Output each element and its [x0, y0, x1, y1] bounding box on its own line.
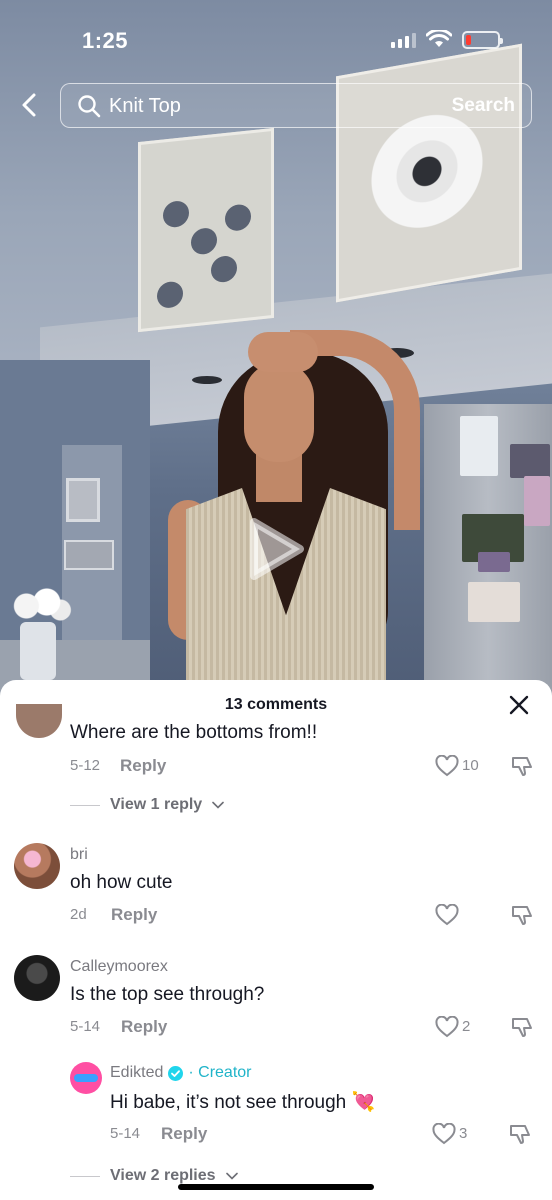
heart-icon[interactable]	[435, 904, 459, 926]
play-icon[interactable]	[248, 516, 306, 582]
close-icon[interactable]	[508, 694, 530, 716]
video-frame	[66, 478, 100, 522]
battery-level	[466, 35, 471, 45]
video-fridge-magnet	[524, 476, 550, 526]
avatar-logo	[74, 1074, 98, 1082]
video-frame	[64, 540, 114, 570]
chevron-down-icon	[212, 801, 225, 809]
heart-icon[interactable]	[435, 1016, 459, 1038]
comments-sheet: 13 comments Where are the bottoms from!!…	[0, 680, 552, 1200]
video-painting-detail	[157, 280, 183, 310]
comment-date: 2d	[70, 906, 87, 923]
video-painting-detail	[211, 254, 237, 284]
status-time: 1:25	[82, 28, 129, 53]
status-icons	[391, 30, 503, 50]
chevron-down-icon	[225, 1172, 238, 1180]
comment-username[interactable]: bri	[70, 846, 88, 864]
view-replies-label: View 2 replies	[110, 1167, 216, 1184]
creator-avatar[interactable]	[70, 1062, 102, 1094]
video-vase	[20, 622, 56, 680]
avatar[interactable]	[14, 843, 60, 889]
video-ceiling-light	[192, 376, 222, 384]
like-count: 3	[459, 1125, 468, 1142]
search-bar[interactable]: Knit Top Search	[60, 83, 532, 128]
view-replies-button[interactable]: View 1 reply	[70, 796, 225, 814]
video-painting-detail	[163, 199, 189, 229]
search-input[interactable]: Knit Top	[109, 95, 181, 118]
comment-text: Where are the bottoms from!!	[70, 722, 318, 743]
back-arrow-icon[interactable]	[16, 90, 44, 120]
like-count: 10	[462, 757, 479, 774]
video-fridge-magnet	[468, 582, 520, 622]
search-icon	[78, 95, 101, 118]
search-button[interactable]: Search	[452, 95, 515, 117]
reply-button[interactable]: Reply	[121, 1017, 167, 1037]
comments-title: 13 comments	[224, 696, 328, 713]
avatar[interactable]	[14, 955, 60, 1001]
heart-icon[interactable]	[435, 755, 459, 777]
comment-date: 5-14	[70, 1018, 101, 1035]
dislike-icon[interactable]	[510, 754, 534, 778]
reply-date: 5-14	[110, 1125, 141, 1142]
video-painting-flowers	[138, 127, 274, 333]
comment-username[interactable]: Calleymoorex	[70, 958, 168, 976]
comment-text: Is the top see through?	[70, 984, 265, 1005]
video-fridge-magnet	[510, 444, 550, 478]
divider	[70, 804, 100, 806]
dislike-icon[interactable]	[510, 903, 534, 927]
reply-text: Hi babe, it’s not see through 💘	[110, 1092, 376, 1113]
video-fridge-magnet	[460, 416, 498, 476]
battery-icon	[462, 31, 503, 49]
video-person	[248, 332, 318, 372]
reply-button[interactable]: Reply	[120, 756, 166, 776]
video-painting-detail	[191, 226, 217, 256]
cellular-signal-icon	[391, 32, 416, 48]
video-fridge-magnet	[478, 552, 510, 572]
reply-author[interactable]: Edikted · Creator	[110, 1064, 252, 1082]
avatar[interactable]	[16, 704, 62, 738]
divider	[70, 1175, 100, 1177]
verified-icon	[168, 1065, 184, 1081]
dislike-icon[interactable]	[510, 1015, 534, 1039]
comment-date: 5-12	[70, 757, 101, 774]
video-person	[244, 362, 314, 462]
reply-username: Edikted	[110, 1064, 164, 1081]
view-replies-button[interactable]: View 2 replies	[70, 1167, 238, 1185]
video-flowers	[6, 586, 74, 626]
reply-button[interactable]: Reply	[111, 905, 157, 925]
dislike-icon[interactable]	[508, 1122, 532, 1146]
video-fridge	[424, 404, 552, 700]
creator-badge: · Creator	[188, 1064, 252, 1081]
home-indicator	[178, 1184, 374, 1190]
like-count: 2	[462, 1018, 471, 1035]
comment-text: oh how cute	[70, 872, 173, 893]
wifi-icon	[426, 30, 452, 47]
reply-button[interactable]: Reply	[161, 1124, 207, 1144]
view-replies-label: View 1 reply	[110, 796, 203, 813]
heart-icon[interactable]	[432, 1123, 456, 1145]
video-painting-detail	[225, 203, 251, 233]
